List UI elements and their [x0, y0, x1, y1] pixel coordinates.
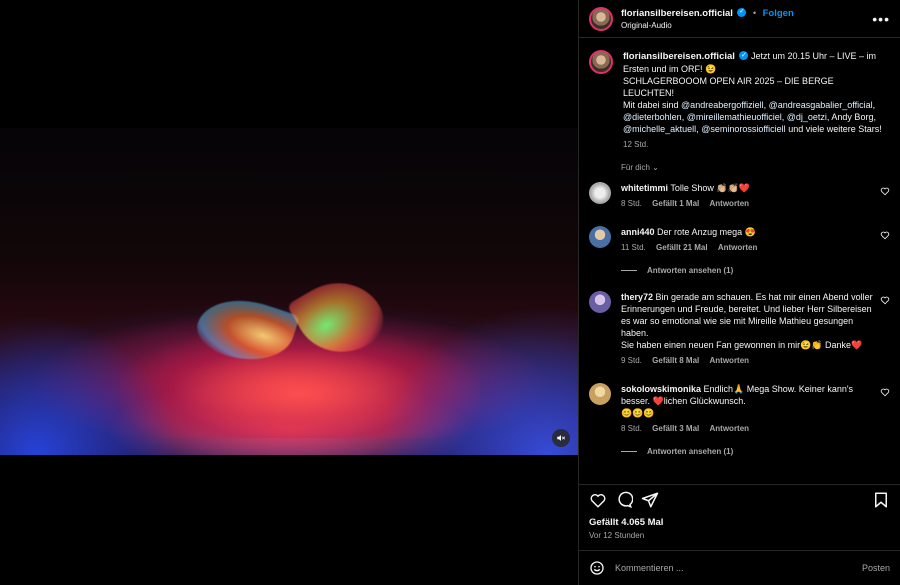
heart-icon[interactable]: [589, 491, 607, 509]
reply-button[interactable]: Antworten: [710, 199, 750, 208]
comment-likes[interactable]: Gefällt 21 Mal: [656, 243, 708, 252]
post-header: floriansilbereisen.official • Folgen Ori…: [579, 0, 900, 38]
comment-text-2: 😊😊😊: [621, 408, 655, 418]
comment: whitetimmi Tolle Show 👏🏼👏🏼❤️ 8 Std. Gefä…: [589, 182, 890, 210]
post-panel: floriansilbereisen.official • Folgen Ori…: [578, 0, 900, 585]
mute-button[interactable]: [552, 429, 570, 447]
comment-text: Bin gerade am schauen. Es hat mir einen …: [621, 292, 873, 338]
comment-likes[interactable]: Gefällt 1 Mal: [652, 199, 699, 208]
follow-button[interactable]: Folgen: [763, 8, 794, 19]
mention-link[interactable]: @seminorossiofficiell: [701, 124, 786, 134]
caption-line3: Mit dabei sind: [623, 100, 679, 110]
crowd-right: [378, 305, 578, 455]
reply-button[interactable]: Antworten: [718, 243, 758, 252]
view-replies-label: Antworten ansehen (1): [647, 447, 734, 456]
comment: sokolowskimonika Endlich🙏 Mega Show. Kei…: [589, 383, 890, 435]
chevron-down-icon: ⌄: [652, 163, 659, 172]
comment-icon[interactable]: [615, 491, 633, 509]
avatar[interactable]: [589, 226, 611, 248]
avatar[interactable]: [589, 6, 613, 31]
video-player[interactable]: [0, 0, 578, 585]
comment-time: 8 Std.: [621, 199, 642, 208]
comment-likes[interactable]: Gefällt 8 Mal: [652, 356, 699, 365]
avatar[interactable]: [589, 50, 613, 74]
comment-username[interactable]: thery72: [621, 292, 653, 302]
mention-link[interactable]: @michelle_aktuell: [623, 124, 696, 134]
comment-time: 8 Std.: [621, 424, 642, 433]
avatar[interactable]: [589, 291, 611, 313]
caption-andy-borg: Andy Borg,: [831, 112, 876, 122]
divider: [621, 451, 637, 452]
crowd-left: [0, 315, 180, 455]
caption-time: 12 Std.: [623, 140, 649, 149]
author-username[interactable]: floriansilbereisen.official: [621, 8, 733, 19]
translate-label: Für dich: [621, 163, 650, 172]
verified-badge-icon: [739, 50, 749, 62]
divider: [621, 270, 637, 271]
comment-text-2: Sie haben einen neuen Fan gewonnen in mi…: [621, 340, 863, 350]
bookmark-icon[interactable]: [872, 491, 890, 509]
caption-line2: SCHLAGERBOOOM OPEN AIR 2025 – DIE BERGE …: [623, 76, 834, 98]
likes-count[interactable]: Gefällt 4.065 Mal: [589, 517, 663, 528]
share-icon[interactable]: [641, 491, 659, 509]
view-replies-button[interactable]: Antworten ansehen (1): [621, 266, 890, 275]
reply-button[interactable]: Antworten: [710, 424, 750, 433]
avatar[interactable]: [589, 182, 611, 204]
heart-icon[interactable]: [880, 387, 890, 397]
separator: •: [752, 7, 757, 18]
comment: anni440 Der rote Anzug mega 😍 11 Std. Ge…: [589, 226, 890, 254]
mention-link[interactable]: @dj_oetzi: [787, 112, 827, 122]
translate-toggle[interactable]: Für dich ⌄: [621, 163, 890, 172]
heart-icon[interactable]: [880, 295, 890, 305]
comment-text: Tolle Show 👏🏼👏🏼❤️: [670, 183, 751, 193]
comment-composer: Kommentieren ... Posten: [579, 550, 900, 585]
post-button[interactable]: Posten: [862, 563, 890, 573]
caption: floriansilbereisen.official Jetzt um 20.…: [589, 50, 890, 151]
avatar[interactable]: [589, 383, 611, 405]
comment-username[interactable]: whitetimmi: [621, 183, 668, 193]
comment-time: 11 Std.: [621, 243, 646, 252]
view-replies-button[interactable]: Antworten ansehen (1): [621, 447, 890, 456]
comment-username[interactable]: sokolowskimonika: [621, 384, 701, 394]
speaker-muted-icon: [557, 435, 566, 441]
comment-input[interactable]: Kommentieren ...: [615, 563, 862, 573]
heart-icon[interactable]: [880, 186, 890, 196]
comment: thery72 Bin gerade am schauen. Es hat mi…: [589, 291, 890, 367]
verified-badge-icon: [737, 7, 747, 17]
mention-link[interactable]: @mireillemathieuofficiel: [687, 112, 782, 122]
comments-scroll[interactable]: floriansilbereisen.official Jetzt um 20.…: [579, 38, 900, 484]
heart-icon[interactable]: [880, 230, 890, 240]
caption-username[interactable]: floriansilbereisen.official: [623, 51, 735, 62]
comment-time: 9 Std.: [621, 356, 642, 365]
post-age: Vor 12 Stunden: [589, 531, 645, 540]
video-frame: [0, 128, 578, 455]
emoji-icon[interactable]: [589, 560, 605, 576]
audio-label[interactable]: Original-Audio: [621, 21, 872, 30]
comment-likes[interactable]: Gefällt 3 Mal: [652, 424, 699, 433]
caption-tail: und viele weitere Stars!: [788, 124, 882, 134]
reply-button[interactable]: Antworten: [710, 356, 750, 365]
more-options-icon[interactable]: •••: [872, 11, 890, 27]
view-replies-label: Antworten ansehen (1): [647, 266, 734, 275]
mention-link[interactable]: @andreabergoffiziell: [681, 100, 764, 110]
action-bar: [579, 484, 900, 514]
comment-text: Der rote Anzug mega 😍: [657, 227, 756, 237]
mention-link[interactable]: @andreasgabalier_official: [769, 100, 873, 110]
comment-username[interactable]: anni440: [621, 227, 655, 237]
mention-link[interactable]: @dieterbohlen: [623, 112, 682, 122]
